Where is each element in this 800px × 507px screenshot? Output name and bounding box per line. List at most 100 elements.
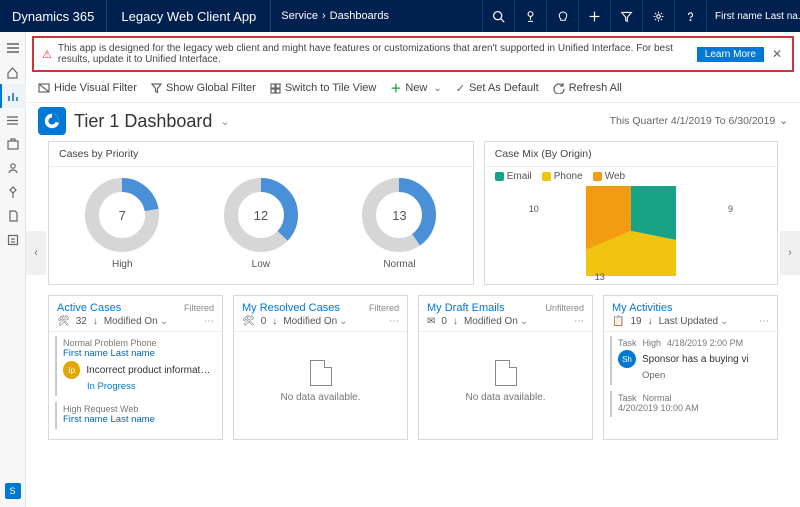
search-icon[interactable] <box>482 0 514 32</box>
card-title: Case Mix (By Origin) <box>485 142 777 167</box>
alert-message: This app is designed for the legacy web … <box>58 43 691 65</box>
more-icon[interactable]: ⋯ <box>574 316 584 327</box>
scroll-right-button[interactable]: › <box>780 231 800 275</box>
new-button[interactable]: ＋New <box>390 80 441 96</box>
brand[interactable]: Dynamics 365 <box>0 0 107 32</box>
case-title[interactable]: Incorrect product informatio... <box>86 365 212 376</box>
filter-state: Unfiltered <box>545 303 584 313</box>
case-status: In Progress <box>87 381 212 392</box>
sitemap-switcher[interactable]: S <box>0 479 26 503</box>
document-icon <box>495 360 517 386</box>
add-icon[interactable] <box>578 0 610 32</box>
user-menu[interactable]: First name Last na... <box>706 0 800 32</box>
sort-by-picker[interactable]: Modified On <box>104 316 168 327</box>
wrench-icon[interactable]: 🛠 <box>57 316 70 327</box>
activity-status: Open <box>642 370 767 381</box>
filter-state: Filtered <box>369 303 399 313</box>
show-global-filter-button[interactable]: Show Global Filter <box>151 82 256 94</box>
my-activities-panel: My Activities 📋19↓Last Updated⋯ TaskHigh… <box>603 295 778 440</box>
menu-icon[interactable] <box>0 36 26 60</box>
knowledge-icon[interactable] <box>0 180 26 204</box>
case-owner-link[interactable]: First name Last name <box>63 348 212 359</box>
home-icon[interactable] <box>0 60 26 84</box>
app-name[interactable]: Legacy Web Client App <box>107 0 271 32</box>
case-meta: High Request Web <box>63 404 212 414</box>
case-owner-link[interactable]: First name Last name <box>63 414 212 425</box>
dashboards-icon[interactable] <box>0 84 26 108</box>
accounts-icon[interactable] <box>0 132 26 156</box>
panel-title[interactable]: My Resolved Cases <box>242 302 340 314</box>
sort-down-icon[interactable]: ↓ <box>453 316 458 327</box>
gear-icon[interactable] <box>642 0 674 32</box>
record-count: 0 <box>261 316 267 327</box>
wrench-icon[interactable]: 🛠 <box>242 316 255 327</box>
more-icon[interactable]: ⋯ <box>389 316 399 327</box>
topbar-icons <box>482 0 706 32</box>
donut-normal[interactable]: 13 Normal <box>357 173 441 270</box>
swatch-web <box>593 172 602 181</box>
case-mix-card[interactable]: Case Mix (By Origin) Email Phone Web <box>484 141 778 285</box>
sort-by-picker[interactable]: Last Updated <box>659 316 729 327</box>
left-rail: S <box>0 32 26 507</box>
donut-high[interactable]: 7 High <box>80 173 164 270</box>
avatar: Ip <box>63 361 80 379</box>
legacy-alert: ⚠ This app is designed for the legacy we… <box>32 36 794 72</box>
warning-icon: ⚠ <box>42 48 52 61</box>
mail-icon[interactable]: ✉ <box>427 316 435 327</box>
cases-icon[interactable] <box>0 204 26 228</box>
dashboard-picker[interactable]: ⌄ <box>220 115 229 128</box>
set-default-button[interactable]: ✓Set As Default <box>456 82 539 95</box>
refresh-all-button[interactable]: Refresh All <box>553 82 622 94</box>
sort-down-icon[interactable]: ↓ <box>272 316 277 327</box>
learn-more-button[interactable]: Learn More <box>697 47 764 62</box>
contacts-icon[interactable] <box>0 156 26 180</box>
active-cases-panel: Active CasesFiltered 🛠 32 ↓ Modified On … <box>48 295 223 440</box>
close-icon[interactable]: ✕ <box>770 47 784 61</box>
list-item[interactable]: Normal Problem Phone First name Last nam… <box>55 336 216 396</box>
pie-chart[interactable] <box>586 186 676 276</box>
page-title-bar: Tier 1 Dashboard ⌄ This Quarter 4/1/2019… <box>26 103 800 141</box>
donut-low[interactable]: 12 Low <box>219 173 303 270</box>
record-count: 0 <box>441 316 447 327</box>
sort-by-picker[interactable]: Modified On <box>283 316 347 327</box>
sort-down-icon[interactable]: ↓ <box>93 316 98 327</box>
activity-title[interactable]: Sponsor has a buying vi <box>642 354 749 365</box>
no-data-text: No data available. <box>465 392 545 403</box>
sort-by-picker[interactable]: Modified On <box>464 316 528 327</box>
more-icon[interactable]: ⋯ <box>759 316 769 327</box>
dashboard-pie-icon <box>38 107 66 135</box>
chevron-down-icon: ⌄ <box>779 115 788 127</box>
sort-down-icon[interactable]: ↓ <box>648 316 653 327</box>
queue-icon[interactable] <box>0 228 26 252</box>
list-item[interactable]: TaskHigh4/18/2019 2:00 PM ShSponsor has … <box>610 336 771 385</box>
pie-label-web: 10 <box>529 204 539 214</box>
chevron-right-icon: › <box>322 10 326 22</box>
record-count: 32 <box>76 316 87 327</box>
case-meta: Normal Problem Phone <box>63 338 212 348</box>
more-icon[interactable]: ⋯ <box>204 316 214 327</box>
card-title: Cases by Priority <box>49 142 473 167</box>
scroll-left-button[interactable]: ‹ <box>26 231 46 275</box>
breadcrumb[interactable]: Service › Dashboards <box>271 0 482 32</box>
panel-title[interactable]: Active Cases <box>57 302 121 314</box>
switch-tile-view-button[interactable]: Switch to Tile View <box>270 82 377 94</box>
date-range-picker[interactable]: This Quarter 4/1/2019 To 6/30/2019⌄ <box>610 115 788 127</box>
list-icon[interactable] <box>0 108 26 132</box>
assistant-icon[interactable] <box>514 0 546 32</box>
hide-visual-filter-button[interactable]: Hide Visual Filter <box>38 82 137 94</box>
panel-title[interactable]: My Activities <box>612 302 673 314</box>
crumb-service[interactable]: Service <box>281 10 318 22</box>
filter-icon[interactable] <box>610 0 642 32</box>
cases-by-priority-card[interactable]: Cases by Priority 7 High 12 Low 13 Norma <box>48 141 474 285</box>
donut-label: High <box>80 259 164 270</box>
donut-label: Normal <box>357 259 441 270</box>
list-item[interactable]: High Request Web First name Last name <box>55 402 216 429</box>
panel-title[interactable]: My Draft Emails <box>427 302 505 314</box>
pie-label-email: 9 <box>728 204 733 214</box>
list-item[interactable]: TaskNormal 4/20/2019 10:00 AM <box>610 391 771 417</box>
pie-label-phone: 13 <box>595 272 605 282</box>
clipboard-icon[interactable]: 📋 <box>612 316 624 327</box>
lightbulb-icon[interactable] <box>546 0 578 32</box>
help-icon[interactable] <box>674 0 706 32</box>
crumb-dashboards[interactable]: Dashboards <box>330 10 389 22</box>
